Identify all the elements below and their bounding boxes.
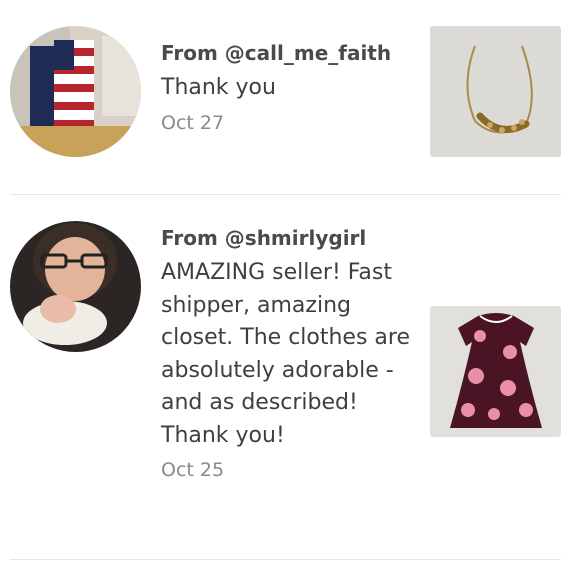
review-date: Oct 25 xyxy=(161,459,225,481)
reviewer-avatar[interactable] xyxy=(10,26,141,157)
review-item: From @call_me_faith Thank you Oct 27 xyxy=(0,0,580,195)
dress-photo-icon xyxy=(430,306,561,437)
review-author[interactable]: From @shmirlygirl xyxy=(161,224,411,252)
avatar-photo-icon xyxy=(10,221,141,352)
purchased-item-thumbnail[interactable] xyxy=(430,26,561,157)
reviews-feed: From @call_me_faith Thank you Oct 27 Fro… xyxy=(0,0,580,579)
reviewer-avatar[interactable] xyxy=(10,221,141,352)
review-author[interactable]: From @call_me_faith xyxy=(161,39,411,67)
review-message: Thank you xyxy=(161,75,276,100)
review-date: Oct 27 xyxy=(161,111,225,134)
review-message: AMAZING seller! Fast shipper, amazing cl… xyxy=(161,260,410,448)
review-text: From @call_me_faith Thank you Oct 27 xyxy=(161,39,411,137)
review-item: From @shmirlygirl AMAZING seller! Fast s… xyxy=(0,195,580,560)
purchased-item-thumbnail[interactable] xyxy=(430,306,561,437)
review-divider xyxy=(10,559,561,560)
review-text: From @shmirlygirl AMAZING seller! Fast s… xyxy=(161,224,411,484)
avatar-photo-icon xyxy=(10,26,141,157)
necklace-photo-icon xyxy=(430,26,561,157)
